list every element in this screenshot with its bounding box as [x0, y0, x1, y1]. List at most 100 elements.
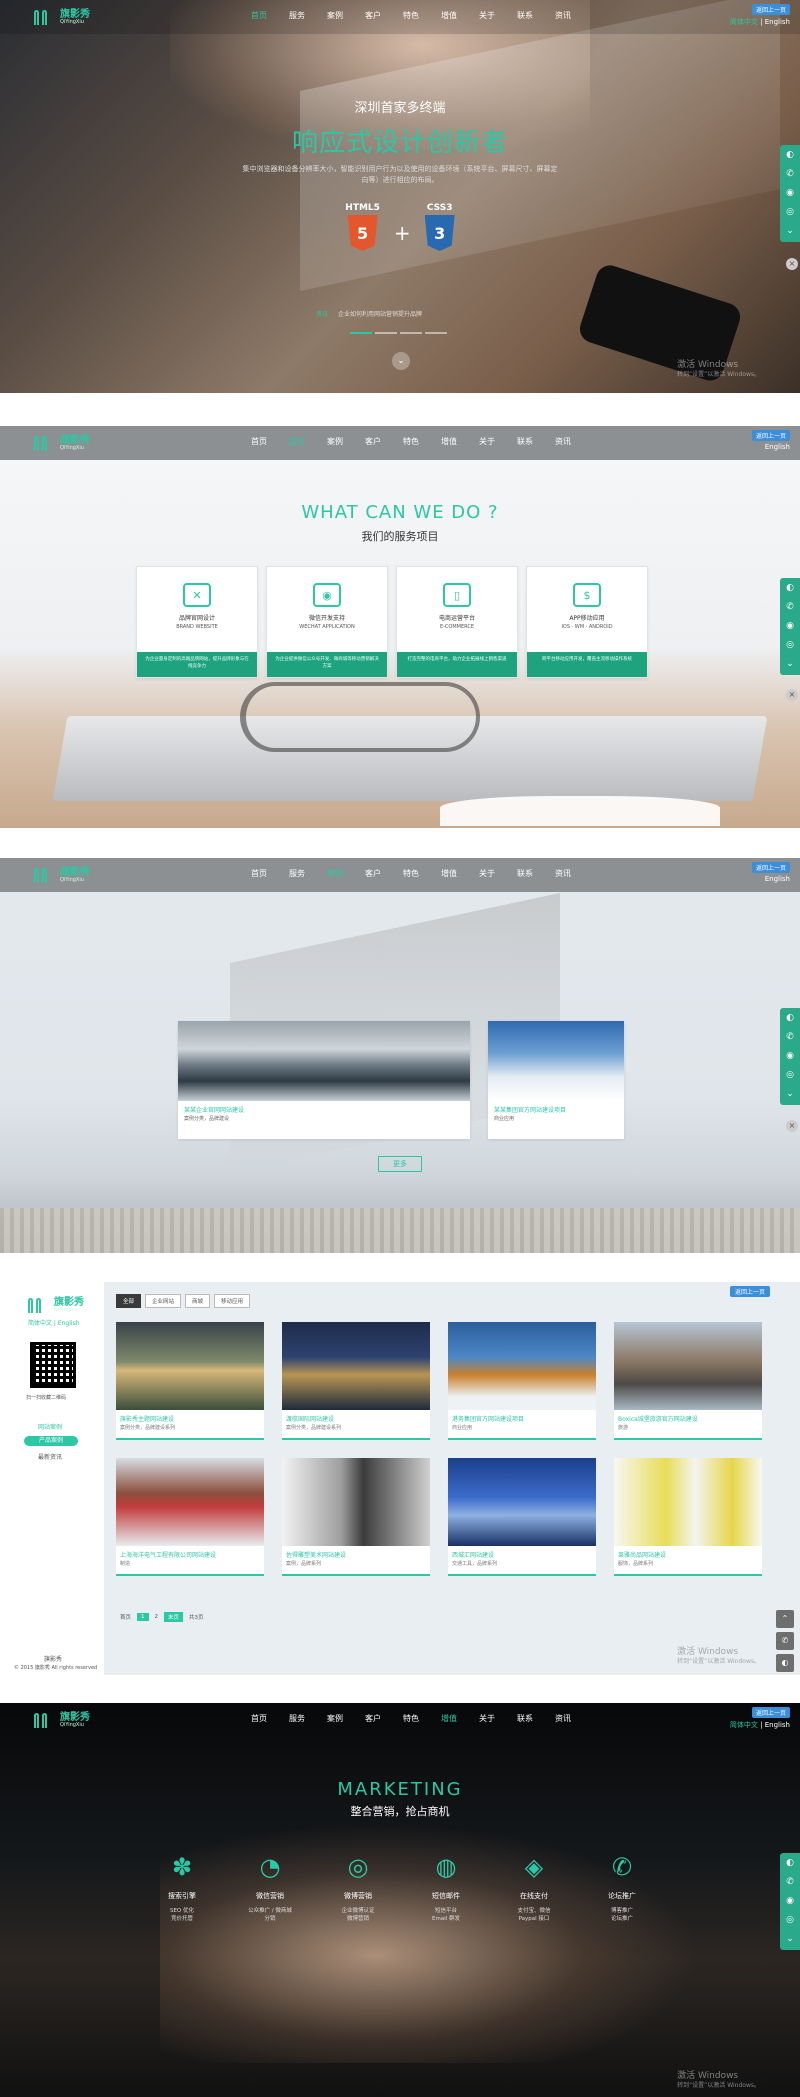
menu-item-about[interactable]: 关于 — [468, 436, 506, 447]
portfolio-card[interactable]: 港务集团官方网站建设项目 商业应用 — [448, 1322, 596, 1440]
portfolio-card[interactable]: 莱雅尚品网站建设 服饰，品牌系列 — [614, 1458, 762, 1576]
menu-item-about[interactable]: 关于 — [468, 868, 506, 879]
weibo-icon[interactable]: ◎ — [786, 208, 794, 217]
news-ticker[interactable]: 资讯 企业如何利用网站营销提升品牌 — [316, 309, 422, 318]
weibo-icon[interactable]: ◎ — [786, 1071, 794, 1080]
menu-item-value-added[interactable]: 增值 — [430, 868, 468, 879]
menu-item-news[interactable]: 资讯 — [544, 868, 582, 879]
menu-item-features[interactable]: 特色 — [392, 868, 430, 879]
portfolio-card[interactable]: 渡航国际网站建设 案例分类，品牌建设系列 — [282, 1322, 430, 1440]
tab-shop[interactable]: 商城 — [185, 1294, 211, 1308]
collapse-icon[interactable]: ⌄ — [786, 660, 794, 669]
weibo-icon[interactable]: ◎ — [786, 641, 794, 650]
menu-item-clients[interactable]: 客户 — [354, 868, 392, 879]
close-icon[interactable]: × — [786, 689, 798, 701]
collapse-icon[interactable]: ⌄ — [786, 227, 794, 236]
logo[interactable]: 旗影秀 QiYingXiu — [34, 864, 90, 886]
back-to-top-icon[interactable]: ⌃ — [776, 1610, 794, 1628]
menu-item-contact[interactable]: 联系 — [506, 868, 544, 879]
logo[interactable]: 旗影秀 QiYingXiu — [28, 1294, 84, 1316]
case-card-right[interactable]: 某某集团官方网站建设项目 商业应用 — [488, 1021, 624, 1139]
tab-mobile[interactable]: 移动应用 — [214, 1294, 251, 1308]
menu-item-features[interactable]: 特色 — [392, 1713, 430, 1724]
scroll-down-icon[interactable]: ⌄ — [392, 352, 410, 370]
phone-icon[interactable]: ✆ — [786, 603, 794, 612]
qq-icon[interactable]: ◐ — [786, 584, 794, 593]
menu-item-about[interactable]: 关于 — [468, 1713, 506, 1724]
menu-item-cases[interactable]: 案例 — [316, 1713, 354, 1724]
collapse-icon[interactable]: ⌄ — [786, 1935, 794, 1944]
marketing-item-weibo[interactable]: ◎ 微博营销 企业微博认证 微博营销 — [314, 1853, 402, 1922]
service-card-app[interactable]: $ APP移动应用 IOS · WM · ANDROID 跨平台移动应用开发，覆… — [526, 566, 648, 678]
lang-en[interactable]: English — [765, 18, 790, 26]
user-icon[interactable]: ◐ — [776, 1654, 794, 1672]
menu-item-services[interactable]: 服务 — [278, 436, 316, 447]
menu-item-features[interactable]: 特色 — [392, 10, 430, 21]
page-first[interactable]: 首页 — [116, 1612, 135, 1622]
marketing-item-sms[interactable]: ◍ 短信邮件 短信平台 Email 群发 — [402, 1853, 490, 1922]
menu-item-home[interactable]: 首页 — [240, 1713, 278, 1724]
menu-item-contact[interactable]: 联系 — [506, 436, 544, 447]
menu-item-news[interactable]: 资讯 — [544, 436, 582, 447]
wechat-icon[interactable]: ◉ — [786, 189, 794, 198]
close-icon[interactable]: × — [786, 258, 798, 270]
qq-icon[interactable]: ◐ — [786, 151, 794, 160]
menu-item-clients[interactable]: 客户 — [354, 10, 392, 21]
lang-cn[interactable]: 简体中文 — [730, 1721, 758, 1729]
sidebar-link-products[interactable]: 产品案例 — [24, 1436, 78, 1446]
menu-item-news[interactable]: 资讯 — [544, 1713, 582, 1724]
logo[interactable]: 旗影秀 QiYingXiu — [34, 6, 90, 28]
phone-icon[interactable]: ✆ — [776, 1632, 794, 1650]
sidebar-link-cases[interactable]: 网站案例 — [38, 1422, 62, 1431]
menu-item-home[interactable]: 首页 — [240, 436, 278, 447]
back-badge[interactable]: 返回上一页 — [751, 862, 790, 873]
page-1[interactable]: 1 — [137, 1613, 149, 1621]
menu-item-home[interactable]: 首页 — [240, 868, 278, 879]
wechat-icon[interactable]: ◉ — [786, 1052, 794, 1061]
phone-icon[interactable]: ✆ — [786, 1033, 794, 1042]
qq-icon[interactable]: ◐ — [786, 1014, 794, 1023]
qq-icon[interactable]: ◐ — [786, 1859, 794, 1868]
logo[interactable]: 旗影秀 QiYingXiu — [34, 1709, 90, 1731]
menu-item-services[interactable]: 服务 — [278, 868, 316, 879]
back-badge[interactable]: 返回上一页 — [729, 1286, 770, 1297]
back-badge[interactable]: 返回上一页 — [751, 1707, 790, 1718]
service-card-brand[interactable]: ✕ 品牌官网设计 BRAND WEBSITE 为企业量身定制的高端品牌网站，提升… — [136, 566, 258, 678]
close-icon[interactable]: × — [786, 1120, 798, 1132]
logo[interactable]: 旗影秀 QiYingXiu — [34, 432, 90, 454]
lang-cn[interactable]: 简体中文 — [730, 18, 758, 26]
portfolio-card[interactable]: Boxica城堡旅游官方网站建设 旅游 — [614, 1322, 762, 1440]
menu-item-services[interactable]: 服务 — [278, 1713, 316, 1724]
slider-dot[interactable] — [375, 332, 397, 334]
phone-icon[interactable]: ✆ — [786, 170, 794, 179]
menu-item-features[interactable]: 特色 — [392, 436, 430, 447]
portfolio-card[interactable]: 上海海洋电气工程有限公司网站建设 制造 — [116, 1458, 264, 1576]
portfolio-card[interactable]: 旗影秀主题网站建设 案例分类，品牌建设系列 — [116, 1322, 264, 1440]
lang-en[interactable]: English — [765, 875, 790, 883]
wechat-icon[interactable]: ◉ — [786, 622, 794, 631]
service-card-ecommerce[interactable]: ▯ 电商运营平台 E-COMMERCE 打造完整的电商平台，助力企业拓展线上销售… — [396, 566, 518, 678]
page-last[interactable]: 末页 — [164, 1612, 184, 1622]
menu-item-value-added[interactable]: 增值 — [430, 1713, 468, 1724]
service-card-wechat[interactable]: ◉ 微信开发支持 WECHAT APPLICATION 为企业提供微信公众号开发… — [266, 566, 388, 678]
more-cases-button[interactable]: 更多 — [378, 1156, 422, 1172]
collapse-icon[interactable]: ⌄ — [786, 1090, 794, 1099]
menu-item-cases[interactable]: 案例 — [316, 868, 354, 879]
menu-item-contact[interactable]: 联系 — [506, 10, 544, 21]
slider-dot[interactable] — [425, 332, 447, 334]
menu-item-services[interactable]: 服务 — [278, 10, 316, 21]
slider-dot[interactable] — [350, 332, 372, 334]
portfolio-card[interactable]: 西城汇网站建设 交通工具，品牌系列 — [448, 1458, 596, 1576]
tab-enterprise[interactable]: 企业网站 — [145, 1294, 182, 1308]
menu-item-value-added[interactable]: 增值 — [430, 10, 468, 21]
marketing-item-forum[interactable]: ✆ 论坛推广 博客推广 论坛推广 — [578, 1853, 666, 1922]
menu-item-home[interactable]: 首页 — [240, 10, 278, 21]
weibo-icon[interactable]: ◎ — [786, 1916, 794, 1925]
sidebar-language[interactable]: 简体中文 | English — [28, 1318, 80, 1327]
menu-item-about[interactable]: 关于 — [468, 10, 506, 21]
phone-icon[interactable]: ✆ — [786, 1878, 794, 1887]
menu-item-value-added[interactable]: 增值 — [430, 436, 468, 447]
tab-all[interactable]: 全部 — [116, 1294, 142, 1308]
slider-dot[interactable] — [400, 332, 422, 334]
menu-item-clients[interactable]: 客户 — [354, 1713, 392, 1724]
